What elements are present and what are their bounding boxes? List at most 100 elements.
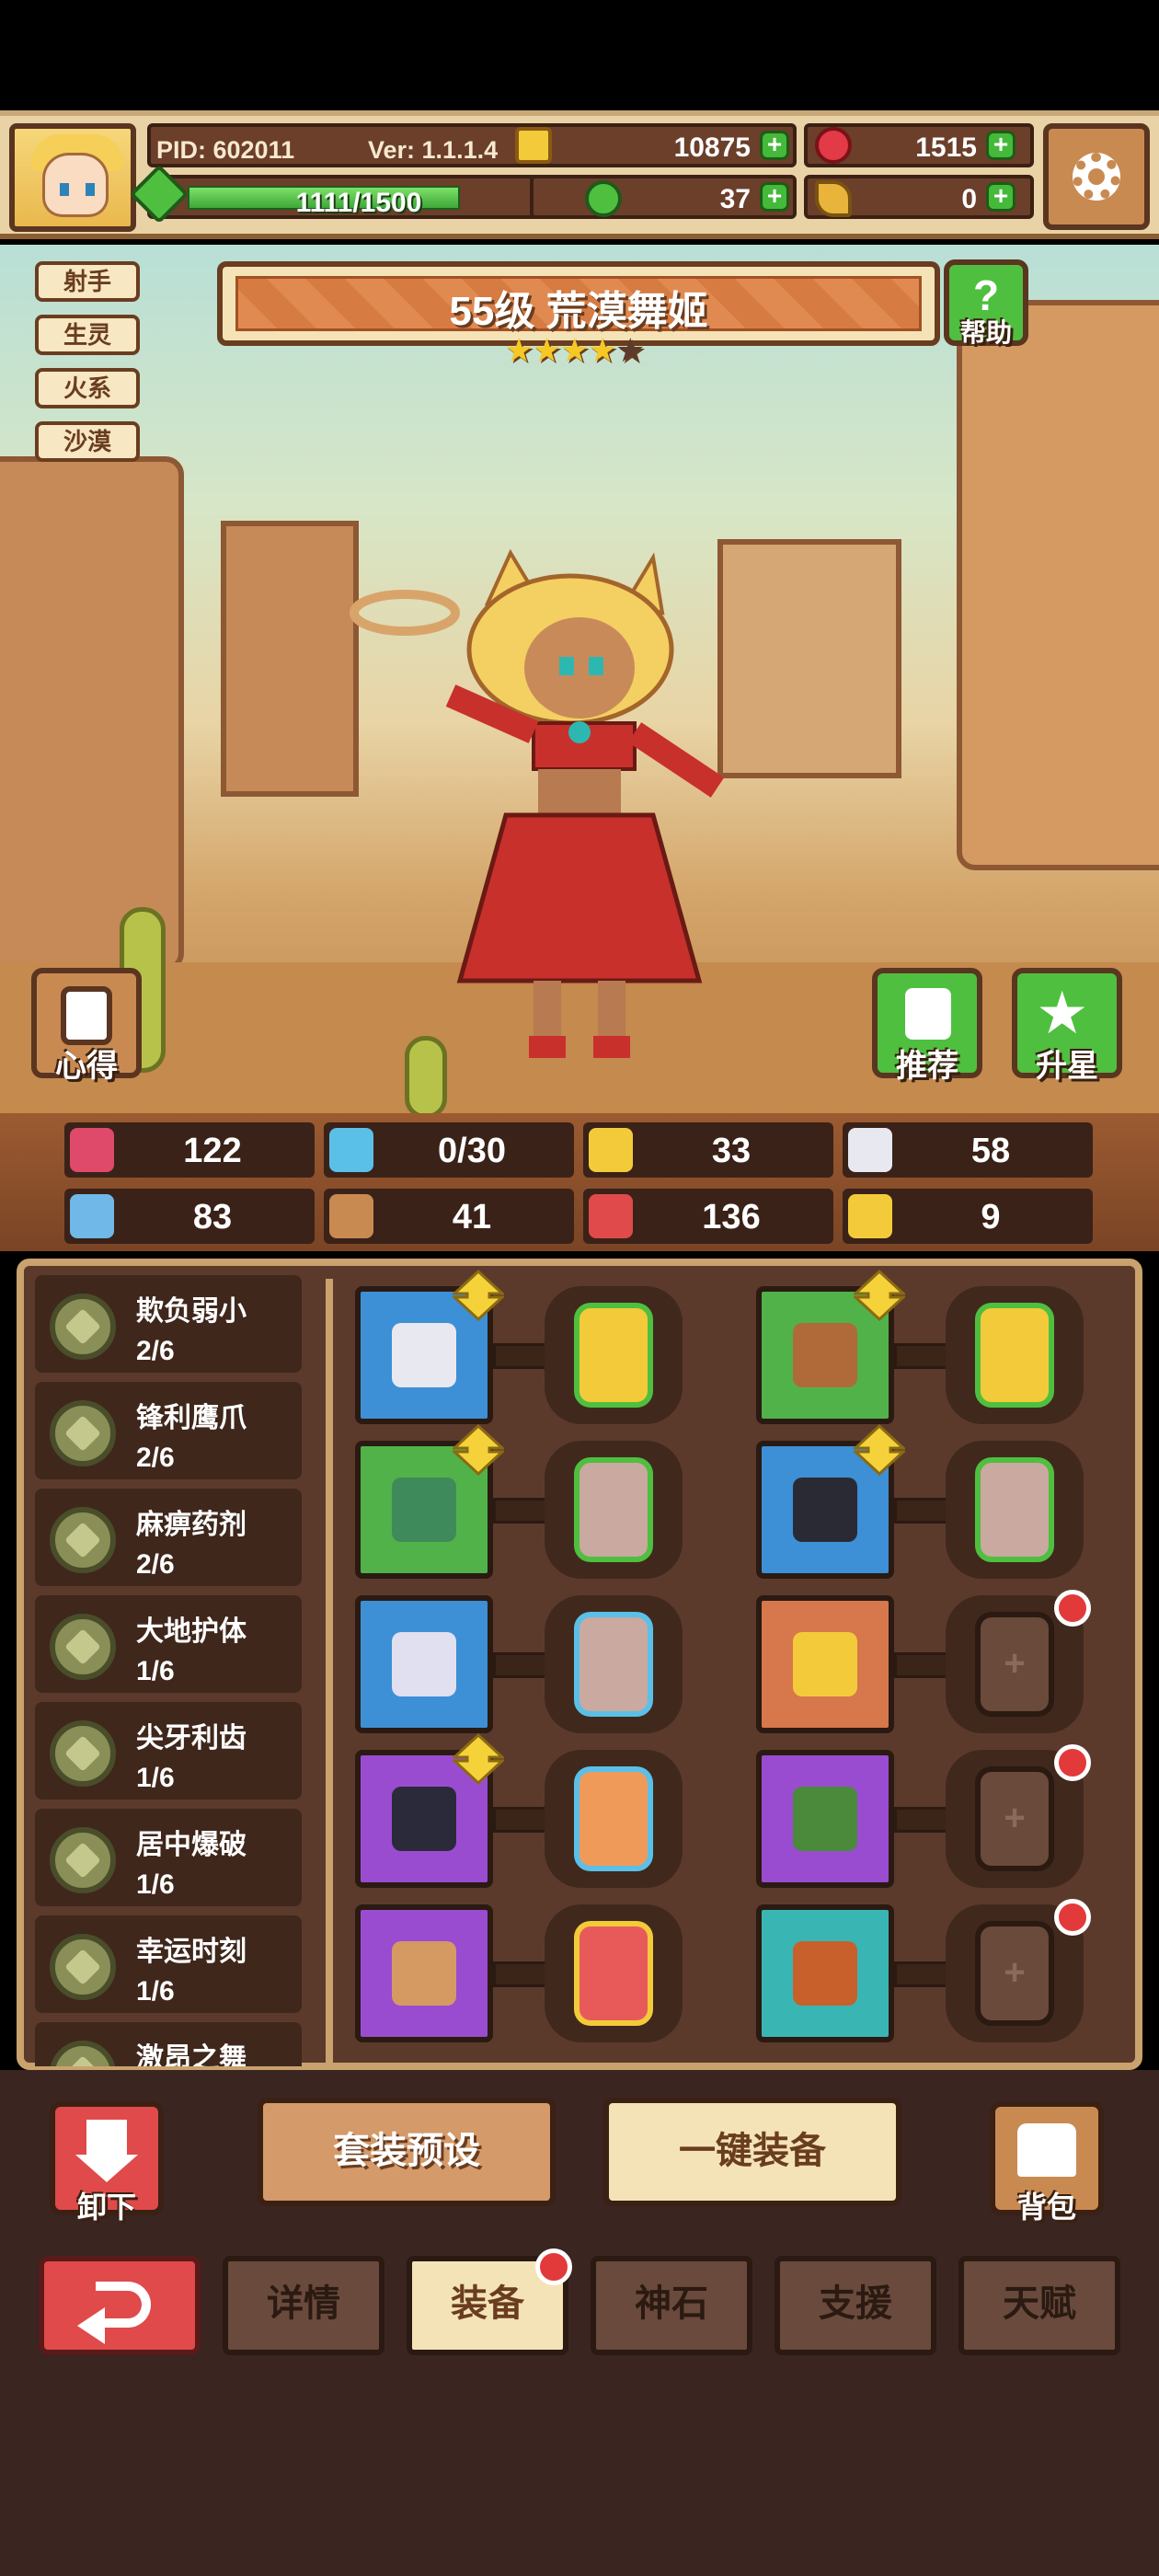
skill-item[interactable]: 居中爆破 1/6 (35, 1809, 302, 1906)
orb-icon (392, 1787, 456, 1851)
skill-level: 1/6 (136, 1763, 175, 1793)
stat-item: 83 (64, 1189, 315, 1244)
tab-2[interactable]: 神石 (591, 2256, 752, 2355)
skill-list[interactable]: 欺负弱小 2/6 锋利鹰爪 2/6 麻痹药剂 2/6 大地护体 1/6 尖牙利齿 1/6 居中爆破 1… (35, 1275, 313, 2066)
star-filled-icon: ★ (504, 331, 534, 369)
rune-slot[interactable] (545, 1904, 683, 2042)
back-arrow-head (77, 2307, 105, 2344)
rune-slot[interactable] (545, 1750, 683, 1888)
tab-4[interactable]: 天赋 (958, 2256, 1120, 2355)
stat-item: 136 (583, 1189, 833, 1244)
equip-slot-necklace[interactable] (355, 1595, 493, 1733)
skill-item[interactable]: 尖牙利齿 1/6 (35, 1702, 302, 1800)
slot-connector (894, 1652, 949, 1678)
help-label: 帮助 (959, 318, 1012, 347)
ring-icon (793, 1632, 857, 1696)
settings-button[interactable] (1043, 123, 1150, 230)
equip-slot-boots[interactable] (756, 1904, 894, 2042)
star-up-button[interactable]: ★ 升星 (1012, 968, 1122, 1084)
add-gold-button[interactable]: + (760, 131, 789, 160)
equip-slot-ring[interactable] (756, 1595, 894, 1733)
gem-value: 1515 (915, 132, 977, 163)
slot-connector (493, 1343, 548, 1369)
rock-left (0, 456, 184, 972)
back-button[interactable] (39, 2256, 201, 2355)
rune-slot[interactable] (545, 1286, 683, 1424)
skill-item[interactable]: 激昂之舞 (35, 2022, 302, 2066)
rune-card-icon (975, 1457, 1054, 1562)
skill-name: 尖牙利齿 (136, 1723, 247, 1754)
unequip-button[interactable]: 卸下 (50, 2101, 164, 2224)
avatar-face (42, 153, 109, 217)
book-icon (329, 1194, 373, 1238)
slot-connector (493, 1652, 548, 1678)
rune-slot[interactable] (545, 1441, 683, 1579)
help-button[interactable]: ? 帮助 (944, 259, 1028, 347)
equip-slot-nest[interactable] (756, 1750, 894, 1888)
rune-slot[interactable] (946, 1441, 1084, 1579)
slot-connector (493, 1807, 548, 1833)
bottom-background (0, 2374, 1159, 2576)
key-value: 0 (961, 184, 977, 214)
arrow-down-icon (86, 2120, 127, 2156)
tab-0[interactable]: 详情 (223, 2256, 384, 2355)
scroll-icon (61, 986, 112, 1045)
fist-icon (70, 1194, 114, 1238)
skill-item[interactable]: 麻痹药剂 2/6 (35, 1489, 302, 1586)
slot-connector (894, 1961, 949, 1987)
key-icon (815, 180, 852, 217)
slot-connector (894, 1498, 949, 1524)
add-key-button[interactable]: + (986, 182, 1016, 212)
add-gem-button[interactable]: + (986, 131, 1016, 160)
add-clover-button[interactable]: + (760, 182, 789, 212)
shield-icon (589, 1128, 633, 1172)
red-gem-icon (815, 127, 852, 164)
magnet-icon (848, 1194, 892, 1238)
boots-icon (793, 1941, 857, 2006)
backpack-icon (1017, 2123, 1076, 2177)
upgrade-arrow-icon (451, 1423, 506, 1477)
slot-connector (894, 1343, 949, 1369)
equip-slot-crown[interactable] (355, 1904, 493, 2042)
bag-button[interactable]: 背包 (990, 2101, 1104, 2224)
game-version: Ver: 1.1.1.4 (368, 136, 499, 164)
gold-value: 10875 (673, 132, 751, 163)
stat-item: 41 (324, 1189, 574, 1244)
skill-icon (50, 1827, 116, 1893)
helmet-icon (793, 1323, 857, 1387)
player-avatar[interactable] (9, 123, 136, 232)
recommend-label: 推荐 (896, 1049, 958, 1084)
skill-item[interactable]: 欺负弱小 2/6 (35, 1275, 302, 1373)
skill-level: 2/6 (136, 1336, 175, 1366)
tab-3[interactable]: 支援 (775, 2256, 936, 2355)
rock-pillar (221, 521, 359, 797)
skill-name: 欺负弱小 (136, 1296, 247, 1327)
skill-level: 1/6 (136, 1869, 175, 1900)
skill-level: 2/6 (136, 1549, 175, 1580)
thumbs-up-icon (905, 988, 951, 1040)
auto-equip-button[interactable]: 一键装备 (603, 2098, 901, 2206)
skill-name: 居中爆破 (136, 1830, 247, 1860)
slot-connector (493, 1498, 548, 1524)
skill-item[interactable]: 锋利鹰爪 2/6 (35, 1382, 302, 1479)
skill-level: 1/6 (136, 1656, 175, 1686)
gold-coin-icon (515, 127, 552, 164)
rune-card-icon (574, 1457, 653, 1562)
hero-desert-dancer (350, 548, 725, 1058)
skill-icon (50, 1934, 116, 2000)
rune-slot[interactable] (946, 1286, 1084, 1424)
skill-item[interactable]: 幸运时刻 1/6 (35, 1915, 302, 2013)
skill-level: 1/6 (136, 1976, 175, 2007)
notes-button[interactable]: 心得 (31, 968, 142, 1084)
stat-value: 83 (192, 1198, 233, 1236)
skill-name: 激昂之舞 (136, 2043, 247, 2066)
skill-item[interactable]: 大地护体 1/6 (35, 1595, 302, 1693)
heart-icon (70, 1128, 114, 1172)
skill-icon (50, 1614, 116, 1680)
tag-desert: 沙漠 (35, 421, 140, 462)
nest-icon (793, 1787, 857, 1851)
recommend-button[interactable]: 推荐 (872, 968, 982, 1084)
rune-slot[interactable] (545, 1595, 683, 1733)
speed-boot-icon (589, 1194, 633, 1238)
outfit-preset-button[interactable]: 套装预设 (258, 2098, 556, 2206)
